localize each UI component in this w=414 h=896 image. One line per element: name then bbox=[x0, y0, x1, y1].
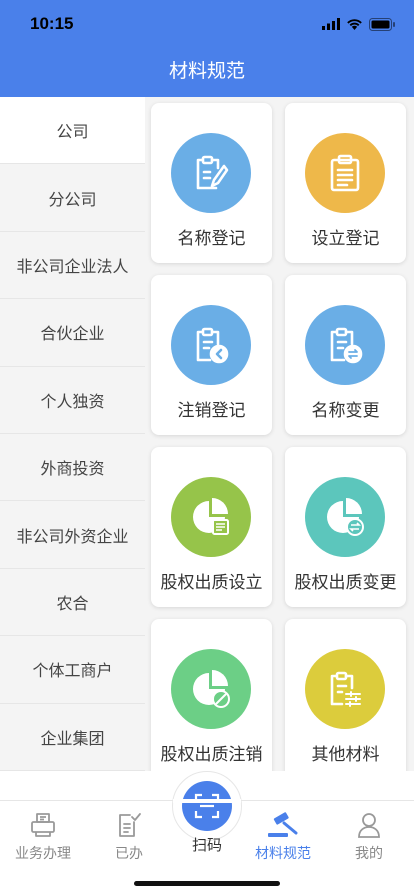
sidebar-item-label: 个人独资 bbox=[40, 391, 105, 411]
user-icon bbox=[358, 813, 380, 838]
tab-mine[interactable]: 我的 bbox=[328, 811, 410, 863]
sidebar-item-label: 分公司 bbox=[48, 189, 97, 209]
sidebar-item-sole-proprietor[interactable]: 个人独资 bbox=[0, 366, 145, 434]
card-other-materials[interactable]: 其他材料 bbox=[285, 619, 406, 771]
card-label: 设立登记 bbox=[311, 229, 380, 249]
status-time: 10:15 bbox=[30, 14, 74, 33]
material-grid: 名称登记 设立登记 注销登记 名称变更 股权出质设立 股权出质变更 股权出质注销… bbox=[145, 97, 414, 771]
cellular-signal-icon bbox=[322, 18, 340, 30]
status-bar: 10:15 bbox=[0, 0, 414, 48]
tab-material-spec[interactable]: 材料规范 bbox=[242, 811, 324, 863]
card-equity-pledge-establish[interactable]: 股权出质设立 bbox=[151, 447, 272, 607]
wifi-icon bbox=[347, 19, 362, 30]
pie-cancel-icon bbox=[171, 649, 251, 729]
tab-done[interactable]: 已办 bbox=[88, 811, 170, 863]
sidebar-item-partnership[interactable]: 合伙企业 bbox=[0, 299, 145, 367]
scan-button[interactable] bbox=[172, 771, 242, 841]
status-icons bbox=[322, 16, 396, 32]
sidebar-item-non-company-foreign[interactable]: 非公司外资企业 bbox=[0, 501, 145, 569]
sidebar-item-label: 非公司外资企业 bbox=[16, 526, 129, 546]
pie-doc-icon bbox=[171, 477, 251, 557]
home-indicator bbox=[134, 881, 280, 886]
tab-label: 材料规范 bbox=[255, 846, 311, 862]
clipboard-swap-icon bbox=[305, 305, 385, 385]
pie-swap-icon bbox=[305, 477, 385, 557]
card-name-change[interactable]: 名称变更 bbox=[285, 275, 406, 435]
checked-doc-icon bbox=[119, 813, 141, 837]
clipboard-pen-icon bbox=[171, 133, 251, 213]
sidebar-item-label: 个体工商户 bbox=[32, 661, 113, 681]
sidebar-item-label: 企业集团 bbox=[40, 728, 105, 748]
card-label: 注销登记 bbox=[177, 401, 246, 421]
card-label: 股权出质注销 bbox=[160, 745, 263, 765]
scan-icon bbox=[182, 781, 232, 831]
sidebar-item-foreign-investment[interactable]: 外商投资 bbox=[0, 433, 145, 502]
card-label: 名称变更 bbox=[311, 401, 380, 421]
gavel-icon bbox=[268, 812, 298, 837]
clipboard-return-icon bbox=[171, 305, 251, 385]
battery-icon bbox=[369, 17, 395, 31]
scan-label: 扫码 bbox=[191, 836, 222, 854]
clipboard-sliders-icon bbox=[305, 649, 385, 729]
sidebar-item-non-company-legal[interactable]: 非公司企业法人 bbox=[0, 231, 145, 300]
sidebar-item-company[interactable]: 公司 bbox=[0, 97, 145, 165]
tab-business[interactable]: 业务办理 bbox=[2, 811, 84, 863]
sidebar-item-label: 外商投资 bbox=[40, 459, 105, 479]
tab-label: 已办 bbox=[115, 846, 143, 862]
tab-label: 我的 bbox=[355, 846, 383, 862]
card-label: 其他材料 bbox=[311, 745, 380, 765]
page-title: 材料规范 bbox=[168, 60, 245, 82]
sidebar-item-label: 公司 bbox=[56, 122, 89, 142]
card-label: 名称登记 bbox=[177, 229, 246, 249]
printer-icon bbox=[31, 813, 55, 837]
category-sidebar: 公司 分公司 非公司企业法人 合伙企业 个人独资 外商投资 非公司外资企业 农合… bbox=[0, 97, 145, 771]
card-label: 股权出质设立 bbox=[160, 573, 263, 593]
card-deregistration[interactable]: 注销登记 bbox=[151, 275, 272, 435]
clipboard-list-icon bbox=[305, 133, 385, 213]
sidebar-item-enterprise-group[interactable]: 企业集团 bbox=[0, 703, 145, 771]
tabbar-divider-cover bbox=[173, 799, 241, 803]
header-bar: 10:15 材料规范 bbox=[0, 0, 414, 97]
card-establishment-registration[interactable]: 设立登记 bbox=[285, 103, 406, 263]
card-equity-pledge-cancel[interactable]: 股权出质注销 bbox=[151, 619, 272, 771]
sidebar-item-cooperative[interactable]: 农合 bbox=[0, 568, 145, 637]
sidebar-item-individual-business[interactable]: 个体工商户 bbox=[0, 636, 145, 704]
sidebar-item-branch[interactable]: 分公司 bbox=[0, 164, 145, 232]
sidebar-item-label: 合伙企业 bbox=[40, 324, 105, 344]
card-name-registration[interactable]: 名称登记 bbox=[151, 103, 272, 263]
sidebar-item-label: 农合 bbox=[56, 593, 89, 613]
card-label: 股权出质变更 bbox=[294, 573, 397, 593]
tab-label: 业务办理 bbox=[15, 846, 71, 862]
sidebar-item-label: 非公司企业法人 bbox=[16, 256, 129, 276]
card-equity-pledge-change[interactable]: 股权出质变更 bbox=[285, 447, 406, 607]
